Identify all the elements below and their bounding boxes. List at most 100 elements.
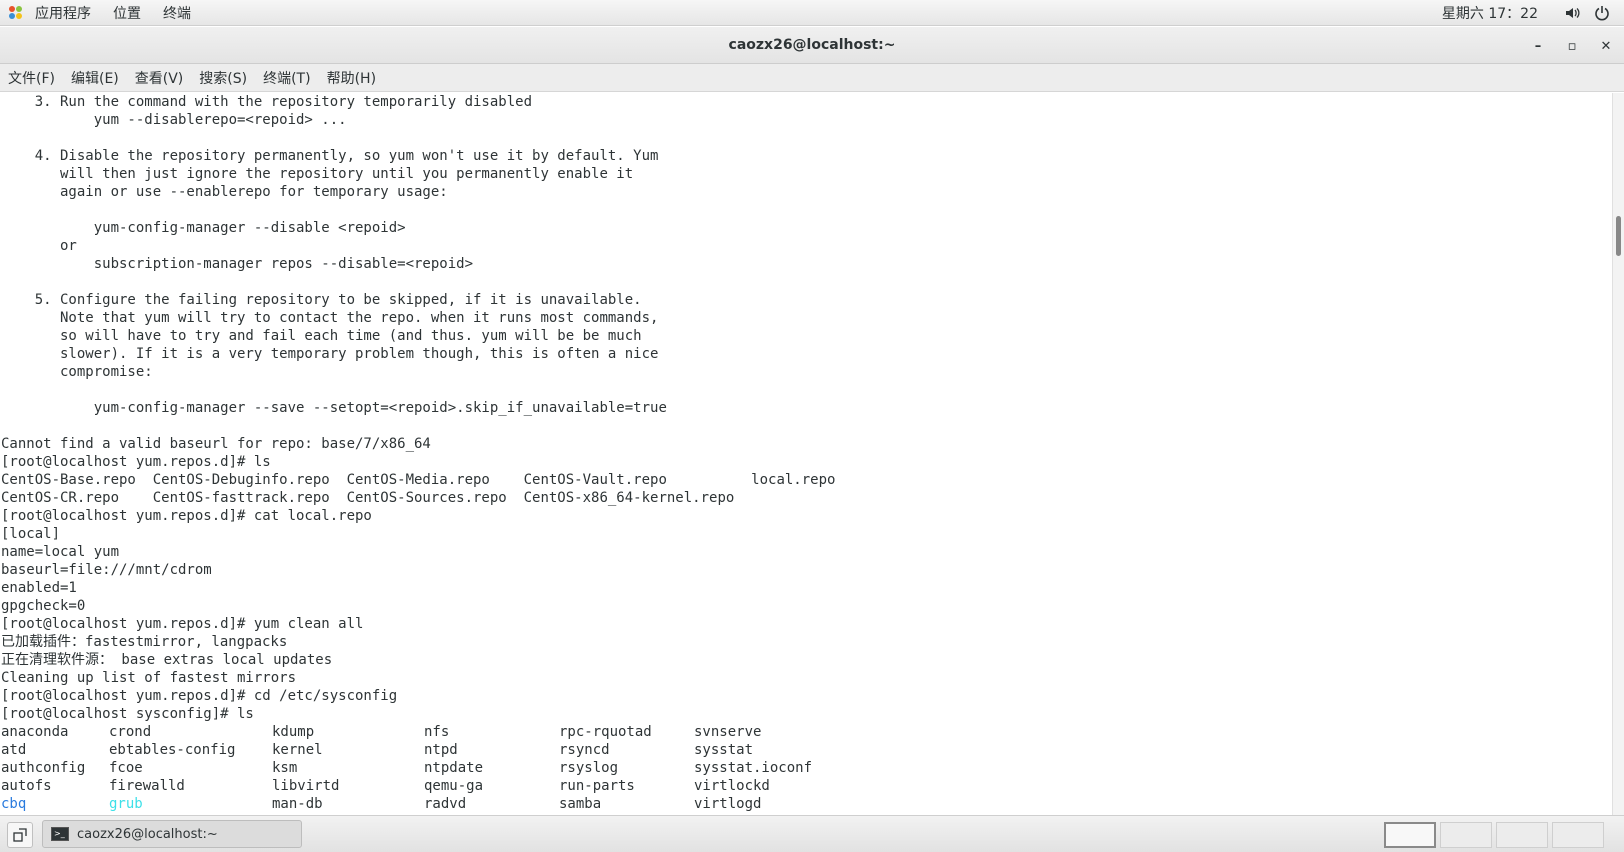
terminal-line: 正在清理软件源： base extras local updates <box>1 652 333 668</box>
terminal-line: [root@localhost yum.repos.d]# cd /etc/sy… <box>1 688 398 704</box>
ls-entry: firewalld <box>109 778 185 794</box>
ls-entry: anaconda <box>1 724 69 740</box>
menu-help[interactable]: 帮助(H) <box>319 68 384 88</box>
terminal-line: baseurl=file:///mnt/cdrom <box>1 562 212 578</box>
terminal-scrollbar[interactable] <box>1612 93 1624 815</box>
ls-entry: fcoe <box>109 760 143 776</box>
menu-search[interactable]: 搜索(S) <box>191 68 255 88</box>
ls-entry: rsyncd <box>559 742 610 758</box>
terminal-line: enabled=1 <box>1 580 77 596</box>
ls-entry: rpc-rquotad <box>559 724 652 740</box>
close-button[interactable]: ✕ <box>1596 36 1616 56</box>
ls-entry: man-db <box>272 796 323 812</box>
ls-output: anaconda crond kdump nfs rpc-rquotad svnserve… <box>0 723 1612 813</box>
ls-entry: grub <box>109 796 143 812</box>
bottom-taskbar: >_ caozx26@localhost:~ <box>0 815 1624 852</box>
menu-file[interactable]: 文件(F) <box>0 68 63 88</box>
minimize-button[interactable]: – <box>1528 36 1548 56</box>
ls-entry: autofs <box>1 778 52 794</box>
top-bar: 应用程序 位置 终端 星期六 17：22 <box>0 0 1624 26</box>
terminal-app-menu[interactable]: 终端 <box>152 3 202 23</box>
workspace-2[interactable] <box>1440 822 1492 848</box>
ls-entry: libvirtd <box>272 778 340 794</box>
terminal-line: subscription-manager repos --disable=<re… <box>1 256 474 272</box>
ls-entry: sysstat <box>694 742 754 758</box>
ls-entry: sysstat.ioconf <box>694 760 813 776</box>
terminal-line: will then just ignore the repository unt… <box>1 166 634 182</box>
menu-edit[interactable]: 编辑(E) <box>63 68 127 88</box>
ls-entry: ebtables-config <box>109 742 236 758</box>
terminal-output[interactable]: 3. Run the command with the repository t… <box>0 93 1612 815</box>
terminal-line: yum-config-manager --disable <repoid> <box>1 220 406 236</box>
ls-entry: radvd <box>424 796 467 812</box>
applications-icon <box>8 5 24 21</box>
ls-row: cbq grub man-db radvd samba virtlogd <box>0 795 1612 813</box>
maximize-button[interactable]: ▫ <box>1562 36 1582 56</box>
terminal-line: yum --disablerepo=<repoid> ... <box>1 112 347 128</box>
ls-entry: kernel <box>272 742 323 758</box>
terminal-line: [root@localhost yum.repos.d]# ls <box>1 454 271 470</box>
ls-entry: nfs <box>424 724 450 740</box>
taskbar-terminal-window[interactable]: >_ caozx26@localhost:~ <box>42 820 302 848</box>
terminal-line: 已加载插件：fastestmirror, langpacks <box>1 634 288 650</box>
show-desktop-button[interactable] <box>7 822 33 848</box>
menu-bar: 文件(F) 编辑(E) 查看(V) 搜索(S) 终端(T) 帮助(H) <box>0 64 1624 92</box>
terminal-line: CentOS-CR.repo CentOS-fasttrack.repo Cen… <box>1 490 735 506</box>
ls-entry: cbq <box>1 796 27 812</box>
menu-terminal[interactable]: 终端(T) <box>255 68 318 88</box>
volume-icon[interactable] <box>1564 5 1580 21</box>
terminal-line: yum-config-manager --save --setopt=<repo… <box>1 400 667 416</box>
ls-entry: virtlockd <box>694 778 770 794</box>
terminal-line: Cannot find a valid baseurl for repo: ba… <box>1 436 431 452</box>
window-title: caozx26@localhost:~ <box>728 37 896 53</box>
terminal-line: 4. Disable the repository permanently, s… <box>1 148 659 164</box>
terminal-line: gpgcheck=0 <box>1 598 86 614</box>
workspace-1[interactable] <box>1384 822 1436 848</box>
terminal-line: [local] <box>1 526 61 542</box>
ls-entry: ksm <box>272 760 298 776</box>
ls-entry: svnserve <box>694 724 762 740</box>
terminal-icon: >_ <box>51 827 69 841</box>
terminal-line: [root@localhost yum.repos.d]# yum clean … <box>1 616 364 632</box>
ls-row: atd ebtables-config kernel ntpd rsyncd syssta… <box>0 741 1612 759</box>
power-icon[interactable] <box>1594 5 1610 21</box>
terminal-line: name=local yum <box>1 544 120 560</box>
terminal-lines: 3. Run the command with the repository t… <box>0 93 1612 723</box>
clock[interactable]: 星期六 17：22 <box>1442 3 1538 23</box>
workspace-3[interactable] <box>1496 822 1548 848</box>
terminal-line: compromise: <box>1 364 153 380</box>
terminal-line: so will have to try and fail each time (… <box>1 328 642 344</box>
ls-entry: rsyslog <box>559 760 619 776</box>
taskbar-terminal-label: caozx26@localhost:~ <box>77 826 218 842</box>
scrollbar-thumb[interactable] <box>1616 216 1621 256</box>
ls-entry: samba <box>559 796 602 812</box>
terminal-line: or <box>1 238 77 254</box>
terminal-line: 5. Configure the failing repository to b… <box>1 292 642 308</box>
terminal-line: Note that yum will try to contact the re… <box>1 310 659 326</box>
ls-entry: ntpd <box>424 742 458 758</box>
ls-entry: authconfig <box>1 760 86 776</box>
ls-entry: atd <box>1 742 27 758</box>
ls-row: authconfig fcoe ksm ntpdate rsyslog sysstat.i… <box>0 759 1612 777</box>
ls-entry: run-parts <box>559 778 635 794</box>
ls-entry: ntpdate <box>424 760 484 776</box>
top-menu: 应用程序 位置 终端 <box>0 0 202 25</box>
terminal-line: [root@localhost sysconfig]# ls <box>1 706 254 722</box>
terminal-line: slower). If it is a very temporary probl… <box>1 346 659 362</box>
terminal-line: again or use --enablerepo for temporary … <box>1 184 448 200</box>
terminal-line: CentOS-Base.repo CentOS-Debuginfo.repo C… <box>1 472 836 488</box>
workspace-4[interactable] <box>1552 822 1604 848</box>
ls-row: anaconda crond kdump nfs rpc-rquotad svnserve <box>0 723 1612 741</box>
ls-entry: qemu-ga <box>424 778 484 794</box>
terminal-line: 3. Run the command with the repository t… <box>1 94 533 110</box>
window-titlebar[interactable]: caozx26@localhost:~ – ▫ ✕ <box>0 27 1624 64</box>
places-menu[interactable]: 位置 <box>102 3 152 23</box>
terminal-line: Cleaning up list of fastest mirrors <box>1 670 297 686</box>
applications-menu[interactable]: 应用程序 <box>24 3 102 23</box>
menu-view[interactable]: 查看(V) <box>127 68 192 88</box>
